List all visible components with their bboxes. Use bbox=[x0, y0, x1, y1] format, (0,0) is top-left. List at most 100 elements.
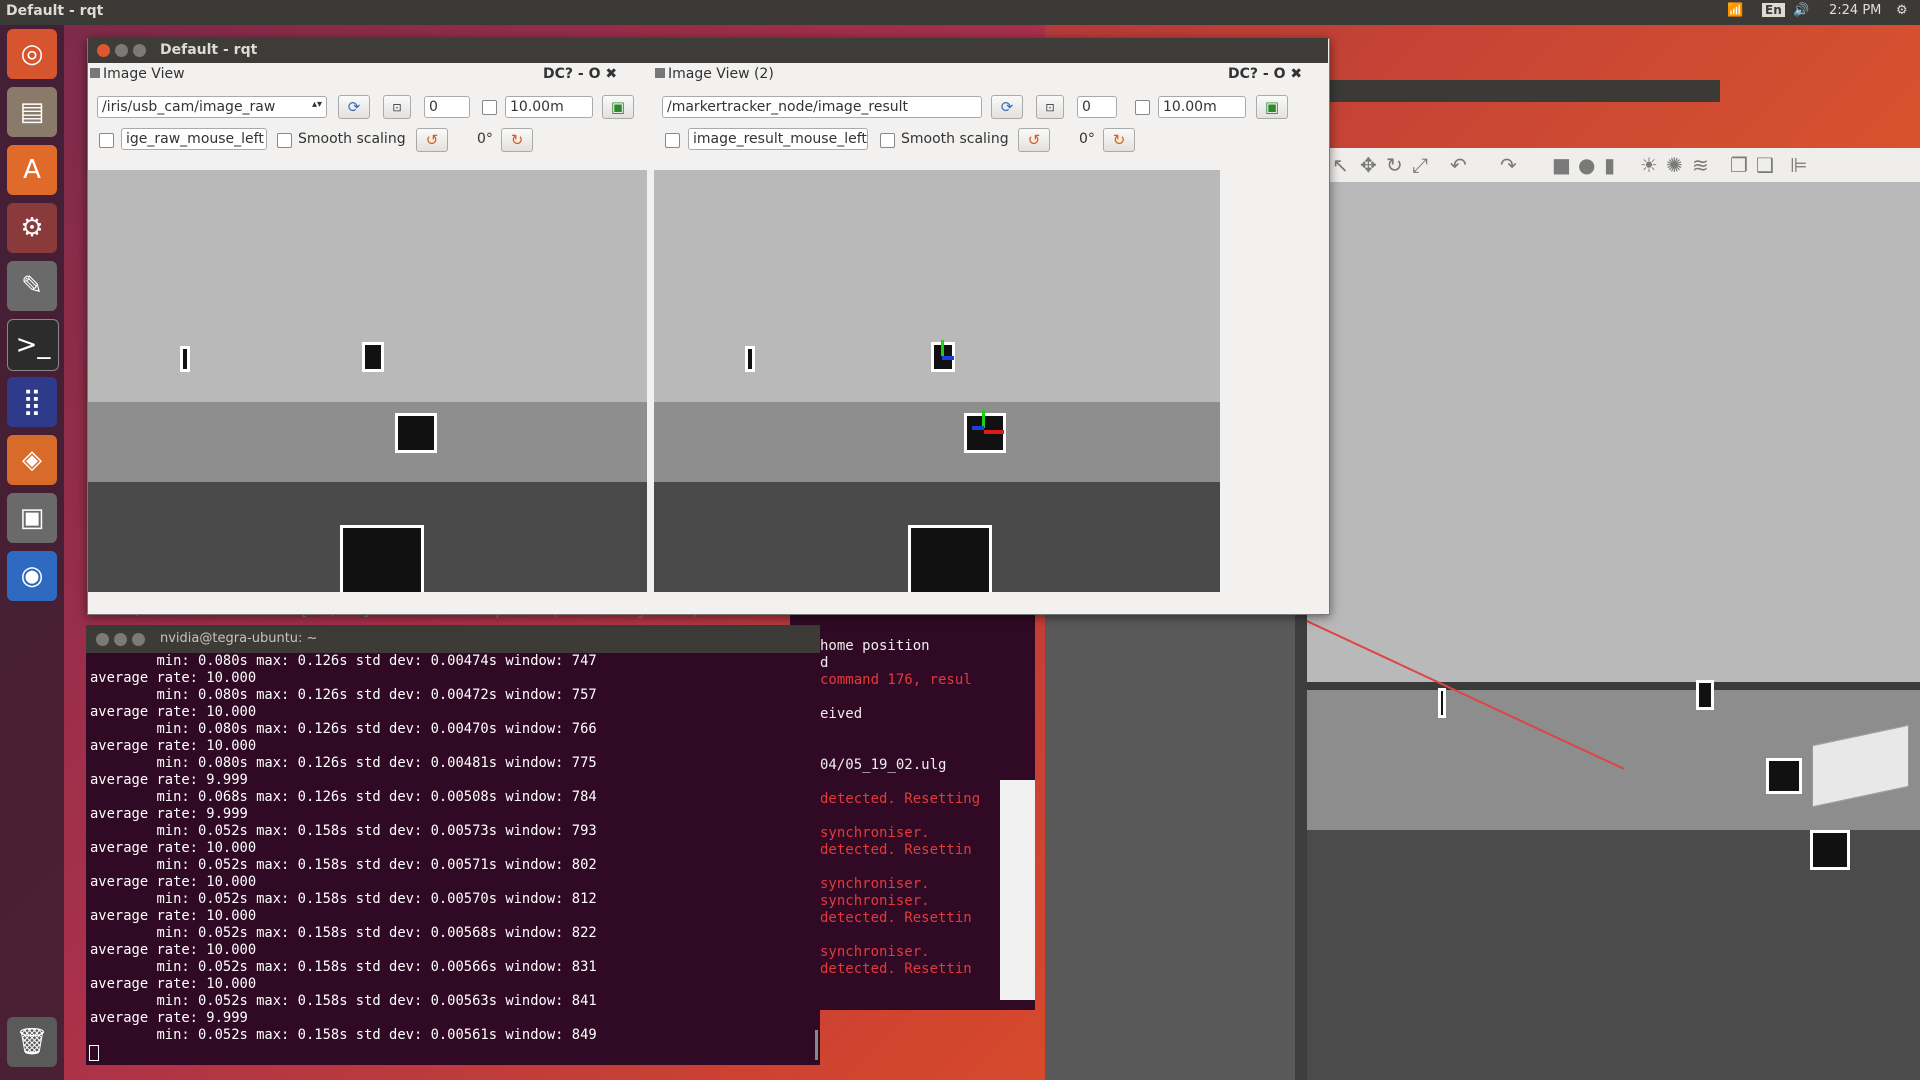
axis-z-blue bbox=[972, 426, 984, 430]
panel-controls[interactable]: DC? - O ✖ bbox=[1228, 66, 1302, 82]
software-center-icon[interactable]: A bbox=[7, 145, 57, 195]
zoom-button[interactable]: ⊡ bbox=[383, 95, 411, 119]
camera-image-raw[interactable] bbox=[88, 170, 647, 592]
timeout-checkbox[interactable] bbox=[482, 100, 497, 115]
axis-x-red bbox=[984, 430, 1004, 434]
topic-value: /iris/usb_cam/image_raw bbox=[102, 99, 276, 115]
rotate-left-button[interactable]: ↺ bbox=[416, 128, 448, 152]
rotate-right-button[interactable]: ↻ bbox=[501, 128, 533, 152]
image-wall bbox=[654, 402, 1220, 483]
terminal-line: synchroniser. bbox=[820, 944, 930, 960]
terminal-output[interactable]: min: 0.080s max: 0.126s std dev: 0.00474… bbox=[86, 653, 820, 1061]
chromium-icon[interactable]: ◉ bbox=[7, 551, 57, 601]
gazebo-icon[interactable]: ◈ bbox=[7, 435, 57, 485]
gazebo-marker bbox=[1766, 758, 1802, 794]
timeout-field[interactable]: 10.00m bbox=[1158, 96, 1246, 118]
translate-icon[interactable]: ✥ bbox=[1360, 153, 1377, 177]
smooth-scaling-checkbox[interactable] bbox=[880, 133, 895, 148]
copy-icon[interactable]: ❐ bbox=[1730, 153, 1748, 177]
aruco-marker bbox=[180, 346, 190, 372]
marker-tracker-result-image[interactable] bbox=[654, 170, 1220, 592]
smooth-scaling-checkbox[interactable] bbox=[277, 133, 292, 148]
mouse-topic-field[interactable]: image_result_mouse_left bbox=[688, 128, 868, 150]
panel-controls[interactable]: DC? - O ✖ bbox=[543, 66, 617, 82]
select-arrow-icon[interactable]: ↖ bbox=[1332, 153, 1349, 177]
terminal-line: synchroniser. bbox=[820, 825, 930, 841]
terminal-line: average rate: 10.000 bbox=[90, 942, 257, 958]
paste-icon[interactable]: ❑ bbox=[1756, 153, 1774, 177]
maximize-button[interactable] bbox=[133, 44, 146, 57]
volume-icon[interactable]: 🔊 bbox=[1793, 3, 1809, 18]
keyboard-language-indicator[interactable]: En bbox=[1762, 3, 1785, 17]
timeout-field[interactable]: 10.00m bbox=[505, 96, 593, 118]
topic-dropdown[interactable]: /markertracker_node/image_result bbox=[662, 96, 982, 118]
spot-light-icon[interactable]: ✺ bbox=[1666, 153, 1683, 177]
rotate-left-icon: ↺ bbox=[1027, 131, 1041, 149]
terminal-cursor bbox=[89, 1045, 99, 1061]
trash-icon[interactable]: 🗑 bbox=[7, 1017, 57, 1067]
text-editor-icon[interactable]: ✎ bbox=[7, 261, 57, 311]
terminal-line: min: 0.052s max: 0.158s std dev: 0.00561… bbox=[90, 1027, 597, 1043]
publish-checkbox[interactable] bbox=[99, 133, 114, 148]
rotate-right-button[interactable]: ↻ bbox=[1103, 128, 1135, 152]
gazebo-marker bbox=[1438, 688, 1446, 718]
publish-checkbox[interactable] bbox=[665, 133, 680, 148]
scale-icon[interactable]: ⤢ bbox=[1412, 153, 1428, 177]
smooth-scaling-label: Smooth scaling bbox=[298, 131, 406, 147]
spin-box[interactable]: 0 bbox=[424, 96, 470, 118]
rotate-icon[interactable]: ↻ bbox=[1386, 153, 1403, 177]
terminal-line: min: 0.080s max: 0.126s std dev: 0.00474… bbox=[90, 653, 597, 669]
align-icon[interactable]: ⊫ bbox=[1790, 153, 1807, 177]
terminal-scrollbar[interactable] bbox=[815, 1030, 818, 1060]
ubuntu-logo-icon[interactable]: ◎ bbox=[7, 29, 57, 79]
save-image-icon: ▣ bbox=[1264, 98, 1280, 116]
save-image-button[interactable]: ▣ bbox=[602, 95, 634, 119]
gazebo-splitter[interactable] bbox=[1295, 600, 1307, 1080]
wifi-icon[interactable]: 📶 bbox=[1727, 3, 1743, 18]
clock[interactable]: 2:24 PM bbox=[1829, 3, 1881, 18]
box-shape-icon[interactable]: ■ bbox=[1552, 153, 1571, 177]
save-image-button[interactable]: ▣ bbox=[1256, 95, 1288, 119]
close-button[interactable] bbox=[96, 633, 109, 646]
sphere-shape-icon[interactable]: ● bbox=[1578, 153, 1595, 177]
aruco-marker bbox=[395, 413, 437, 453]
cylinder-shape-icon[interactable]: ▮ bbox=[1604, 153, 1615, 177]
minimize-button[interactable] bbox=[114, 633, 127, 646]
terminal-line: min: 0.052s max: 0.158s std dev: 0.00571… bbox=[90, 857, 597, 873]
terminal-title: nvidia@tegra-ubuntu: ~ bbox=[160, 631, 318, 646]
close-button[interactable] bbox=[97, 44, 110, 57]
terminal-line: min: 0.052s max: 0.158s std dev: 0.00566… bbox=[90, 959, 597, 975]
spin-box[interactable]: 0 bbox=[1077, 96, 1117, 118]
maximize-button[interactable] bbox=[132, 633, 145, 646]
directional-light-icon[interactable]: ≋ bbox=[1692, 153, 1709, 177]
zoom-button[interactable]: ⊡ bbox=[1036, 95, 1064, 119]
mouse-topic-field[interactable]: ige_raw_mouse_left bbox=[121, 128, 267, 150]
aruco-marker bbox=[340, 525, 424, 592]
terminal-line: min: 0.080s max: 0.126s std dev: 0.00470… bbox=[90, 721, 597, 737]
terminal-line: average rate: 10.000 bbox=[90, 704, 257, 720]
point-light-icon[interactable]: ☀ bbox=[1640, 153, 1658, 177]
timeout-checkbox[interactable] bbox=[1135, 100, 1150, 115]
spin-value: 0 bbox=[429, 99, 438, 115]
minimize-button[interactable] bbox=[115, 44, 128, 57]
apps-grid-icon[interactable]: ⣿ bbox=[7, 377, 57, 427]
settings-icon[interactable]: ⚙ bbox=[7, 203, 57, 253]
refresh-button[interactable]: ⟳ bbox=[991, 95, 1023, 119]
rotate-left-button[interactable]: ↺ bbox=[1018, 128, 1050, 152]
gear-icon[interactable]: ⚙ bbox=[1896, 3, 1908, 18]
terminal-line: average rate: 9.999 bbox=[90, 806, 248, 822]
topic-dropdown[interactable]: /iris/usb_cam/image_raw ▴▾ bbox=[97, 96, 327, 118]
redo-icon[interactable]: ↷ bbox=[1500, 153, 1517, 177]
screenshot-icon[interactable]: ▣ bbox=[7, 493, 57, 543]
terminal-icon[interactable]: >_ bbox=[7, 319, 59, 371]
refresh-button[interactable]: ⟳ bbox=[338, 95, 370, 119]
files-icon[interactable]: ▤ bbox=[7, 87, 57, 137]
gazebo-3d-view[interactable] bbox=[1307, 182, 1920, 682]
undo-icon[interactable]: ↶ bbox=[1450, 153, 1467, 177]
terminal-line: average rate: 9.999 bbox=[90, 1010, 248, 1026]
rqt-titlebar: Default - rqt bbox=[88, 38, 1328, 63]
terminal-px4-window[interactable]: home position d command 176, resul eived… bbox=[790, 600, 1035, 1010]
gazebo-toolbar: ↖ ✥ ↻ ⤢ ↶ ↷ ■ ● ▮ ☀ ✺ ≋ ❐ ❑ ⊫ bbox=[1320, 148, 1920, 183]
terminal-line: average rate: 10.000 bbox=[90, 908, 257, 924]
mouse-topic-value: ige_raw_mouse_left bbox=[126, 131, 264, 147]
